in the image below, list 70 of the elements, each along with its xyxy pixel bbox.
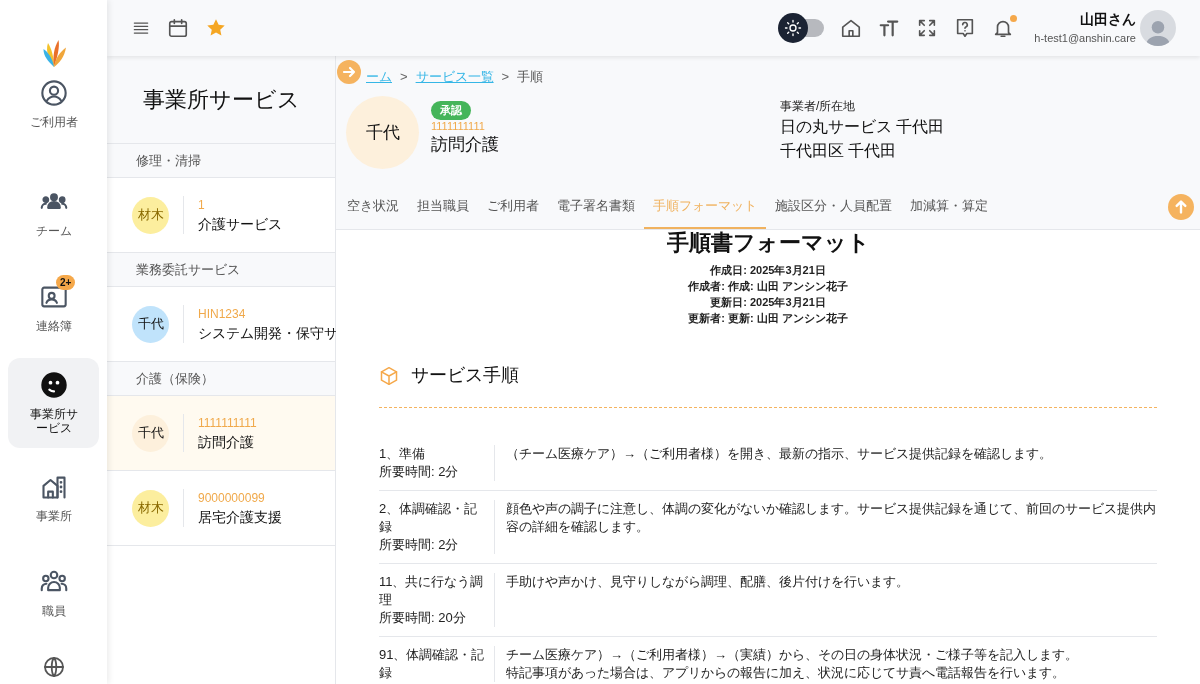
sidebar-item[interactable]: ご利用者 [8, 74, 99, 134]
globe-icon[interactable] [41, 655, 66, 679]
sidebar-item[interactable]: 事業所 [8, 453, 99, 543]
step-description: チーム医療ケア）→（ご利用者様）→（実績）から、その日の身体状況・ご様子等を記入します。 [506, 646, 1078, 664]
home-icon[interactable] [840, 17, 863, 39]
user-circle-icon [39, 79, 68, 107]
group-heading: 業務委託サービス [136, 260, 240, 279]
avatar: 千代 [132, 305, 169, 343]
service-name: 介護サービス [198, 214, 282, 234]
breadcrumb-separator: > [501, 68, 510, 87]
step-title: 2、体調確認・記録 [379, 500, 479, 536]
avatar: 材木 [132, 196, 169, 234]
group-heading: 介護（保険） [136, 369, 214, 388]
box-icon [379, 365, 399, 386]
group-heading: 修理・清掃 [136, 151, 201, 170]
service-name: システム開発・保守サ [198, 323, 335, 343]
document-title: 手順書フォーマット [665, 230, 871, 256]
tab[interactable]: 空き状況 [338, 184, 408, 229]
panel-title: 事業所サービス [142, 86, 300, 114]
service-code: 9000000099 [198, 489, 266, 507]
user-name: 山田さん [1080, 10, 1136, 30]
sidebar-item[interactable]: チーム [8, 168, 99, 258]
user-email: h-test1@anshin.care [1034, 31, 1136, 47]
sidebar-item[interactable]: 2+ 連絡簿 [8, 263, 99, 353]
notification-badge: 2+ [56, 275, 76, 290]
step-duration: 所要時間: 2分 [379, 463, 460, 481]
service-code: 1 [198, 196, 206, 214]
face-circle-icon [39, 371, 68, 399]
service-name: 訪問介護 [198, 432, 255, 452]
step-description: 顔色や声の調子に注意し、体調の変化がないか確認します。サービス提供記録を通じて、前回のサービス提供内容の詳細を確認します。 [506, 500, 1157, 536]
step-description: 手助けや声かけ、見守りしながら調理、配膳、後片付けを行います。 [506, 573, 909, 591]
section-title: サービス手順 [411, 364, 519, 387]
theme-toggle[interactable] [778, 13, 825, 43]
sidebar-item[interactable]: 事業所サービス [8, 358, 99, 448]
owner-text: 日の丸サービス 千代田 [780, 117, 946, 137]
service-code: 1111111111 [431, 120, 485, 133]
step-duration: 所要時間: 20分 [379, 609, 467, 627]
avatar: 千代 [346, 96, 419, 169]
avatar: 材木 [132, 489, 169, 527]
field-label: 事業者/所在地 [780, 98, 857, 115]
step-duration: 所要時間: 2分 [379, 536, 460, 554]
bell-button[interactable] [992, 17, 1015, 39]
avatar: 千代 [132, 414, 169, 452]
sun-icon [784, 19, 803, 37]
tab[interactable]: 施設区分・人員配置 [766, 184, 901, 229]
service-code: HIN1234 [198, 305, 247, 323]
sidebar-item[interactable]: 職員 [8, 548, 99, 638]
tab[interactable]: 電子署名書類 [548, 184, 644, 229]
tab[interactable]: ご利用者 [478, 184, 548, 229]
tab[interactable]: 加減算・算定 [901, 184, 997, 229]
service-code: 1111111111 [198, 414, 257, 432]
step-title: 1、準備 [379, 445, 427, 463]
calendar-icon[interactable] [167, 17, 189, 39]
service-item[interactable]: 千代 1111111111 訪問介護 [107, 396, 335, 471]
tab[interactable]: 担当職員 [408, 184, 478, 229]
document-meta: 更新者: 更新: 山田 アンシン花子 [688, 311, 848, 326]
step-note: 特記事項があった場合は、アプリからの報告に加え、状況に応じてサ責へ電話報告を行います。 [506, 664, 1066, 682]
document-meta: 更新日: 2025年3月21日 [710, 295, 826, 310]
document-meta: 作成日: 2025年3月21日 [710, 263, 826, 278]
document-meta: 作成者: 作成: 山田 アンシン花子 [688, 279, 848, 294]
breadcrumb-separator: > [400, 68, 408, 87]
step-title: 91、体調確認・記録 [379, 646, 486, 682]
step-title: 11、共に行なう調理 [379, 573, 485, 609]
owner-text: 千代田区 千代田 [780, 141, 898, 161]
service-name: 訪問介護 [431, 134, 499, 156]
service-name: 居宅介護支援 [198, 507, 282, 527]
step-description: （チーム医療ケア）→（ご利用者様）を開き、最新の指示、サービス提供記録を確認します。 [506, 445, 1052, 463]
status-badge: 承認 [431, 101, 471, 120]
text-size-icon[interactable] [878, 17, 901, 39]
breadcrumb-current: 手順 [517, 68, 544, 87]
